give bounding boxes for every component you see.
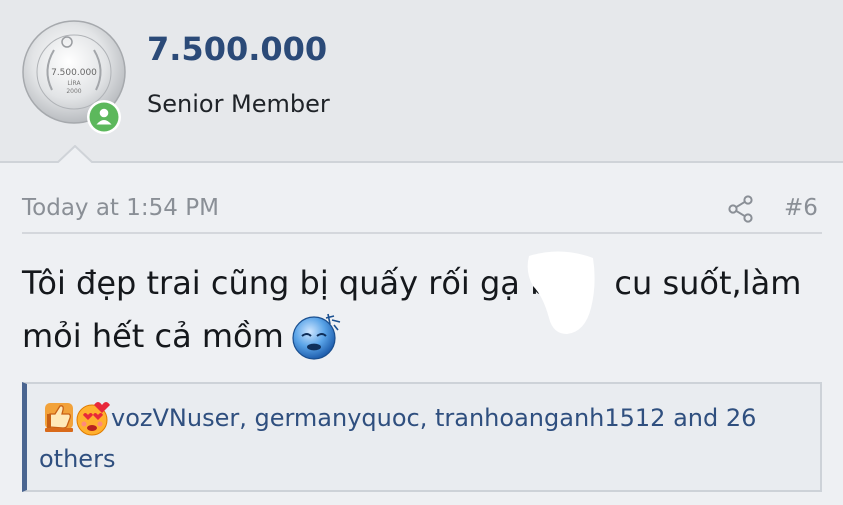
author-username[interactable]: 7.500.000 xyxy=(147,30,327,68)
post-number-link[interactable]: #6 xyxy=(784,195,818,221)
reaction-icons xyxy=(45,402,110,436)
post-author-header: 7.500.000 LİRA 2000 7.500.000 Senior Mem… xyxy=(0,0,843,163)
post-timestamp[interactable]: Today at 1:54 PM xyxy=(22,195,219,221)
reaction-users-line-2[interactable]: others xyxy=(39,445,115,473)
header-pointer-arrow xyxy=(57,145,93,165)
post-body-line-2: mỏi hết cả mồm xyxy=(22,317,284,355)
coin-year: 2000 xyxy=(66,88,81,95)
post-body-text-start: Tôi đẹp trai cũng bị quấy rối gạ b xyxy=(22,264,551,302)
post-meta-divider xyxy=(22,232,822,234)
coin-unit: LİRA xyxy=(67,80,81,87)
coin-value: 7.500.000 xyxy=(51,68,97,78)
redaction-overlay xyxy=(527,251,595,334)
online-status-icon xyxy=(87,100,121,134)
reactions-bar[interactable]: vozVNuser, germanyquoc, tranhoanganh1512… xyxy=(22,382,822,492)
share-icon[interactable] xyxy=(728,195,754,223)
post-body-text-end: cu suốt,làm xyxy=(614,264,802,302)
reaction-users-line-1[interactable]: vozVNuser, germanyquoc, tranhoanganh1512… xyxy=(111,404,756,432)
post-body-line-1: Tôi đẹp trai cũng bị quấy rối gạ b cu suố… xyxy=(22,264,801,302)
like-reaction-icon xyxy=(45,403,73,432)
love-reaction-icon xyxy=(76,402,110,436)
smiley-emoji-icon xyxy=(292,313,341,360)
author-user-title: Senior Member xyxy=(147,90,330,118)
